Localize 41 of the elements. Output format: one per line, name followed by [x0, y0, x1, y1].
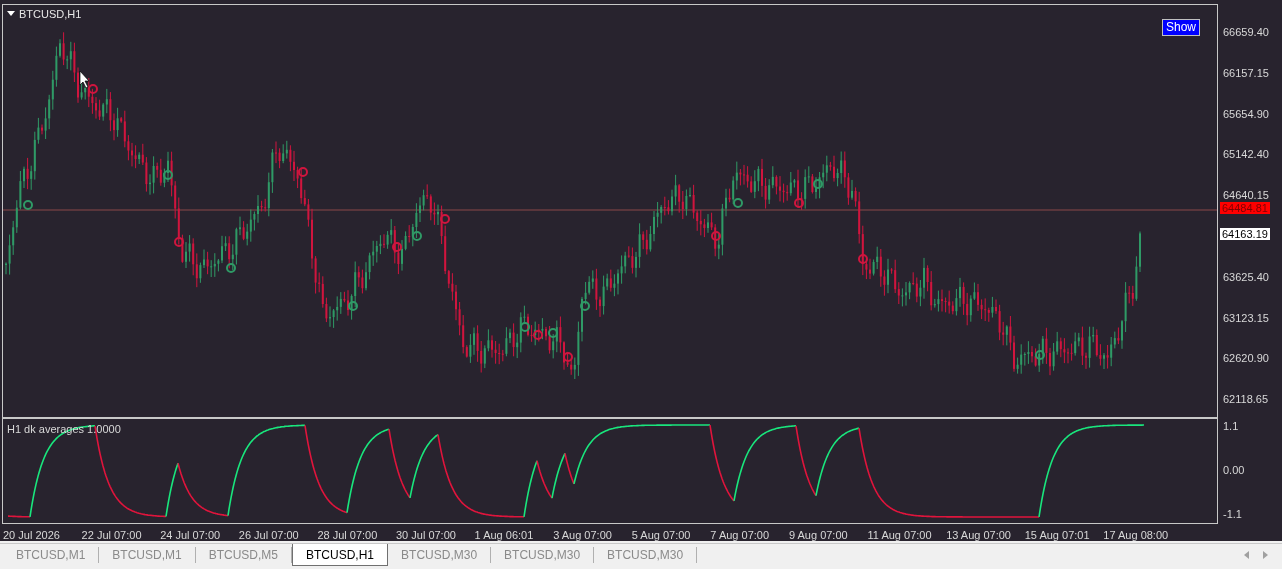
price-axis-label: 62620.90: [1223, 352, 1269, 365]
chart-tab[interactable]: BTCUSD,M1: [3, 547, 100, 563]
chart-tab[interactable]: BTCUSD,H1: [292, 544, 389, 566]
time-axis-label: 11 Aug 07:00: [867, 528, 933, 541]
indicator-axis-label: 0.00: [1223, 464, 1246, 476]
price-axis-label: 64640.15: [1223, 189, 1269, 202]
bid-price-label: 64484.81: [1220, 202, 1270, 214]
price-axis-label: 66659.40: [1223, 26, 1269, 38]
indicator-axis-label: -1.1: [1223, 508, 1243, 520]
time-axis-label: 24 Jul 07:00: [160, 528, 222, 541]
price-axis-label: 63625.40: [1223, 270, 1269, 283]
chart-tab[interactable]: BTCUSD,M1: [99, 547, 196, 563]
chart-tab[interactable]: BTCUSD,M30: [594, 547, 698, 563]
time-axis-label: 22 Jul 07:00: [81, 528, 143, 541]
time-axis-label: 17 Aug 08:00: [1103, 528, 1170, 541]
time-axis-label: 26 Jul 07:00: [238, 528, 300, 541]
time-axis-label: 28 Jul 07:00: [317, 528, 379, 541]
time-axis-label: 9 Aug 07:00: [788, 528, 849, 541]
chart-tab[interactable]: BTCUSD,M30: [491, 547, 595, 563]
show-button[interactable]: Show: [1161, 19, 1200, 36]
mouse-cursor-icon: [79, 70, 90, 89]
time-axis-label: 13 Aug 07:00: [946, 528, 1012, 541]
scroll-left-icon[interactable]: [1244, 551, 1249, 559]
time-axis-label: 3 Aug 07:00: [553, 528, 613, 541]
price-axis-label: 65142.40: [1223, 148, 1269, 161]
dropdown-triangle-icon[interactable]: [7, 11, 15, 17]
time-axis-label: 1 Aug 06:01: [474, 528, 535, 541]
price-axis-label: 63123.15: [1223, 311, 1269, 324]
time-axis-label: 7 Aug 07:00: [710, 528, 771, 541]
indicator-axis-label: 1.1: [1223, 420, 1240, 432]
price-axis-label: 62118.65: [1223, 393, 1269, 406]
time-axis-label: 5 Aug 07:00: [631, 528, 692, 541]
time-axis-label: 15 Aug 07:01: [1024, 528, 1091, 541]
price-axis-label: 66157.15: [1223, 66, 1269, 79]
scroll-right-icon[interactable]: [1263, 551, 1268, 559]
chart-title: BTCUSD,H1: [19, 8, 82, 20]
chart-tab[interactable]: BTCUSD,M30: [388, 547, 492, 563]
price-axis-label: 65654.90: [1223, 107, 1269, 120]
time-axis-label: 20 Jul 2026: [3, 528, 61, 541]
time-axis-label: 30 Jul 07:00: [395, 528, 457, 541]
last-price-label: 64163.19: [1220, 228, 1270, 240]
